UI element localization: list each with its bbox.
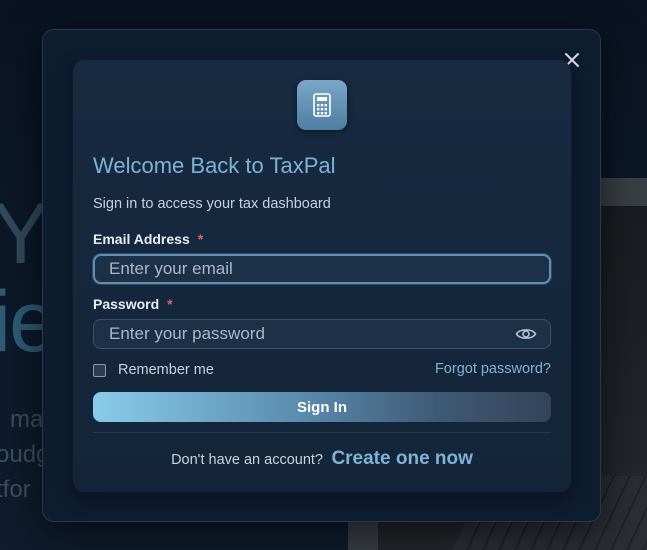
signup-question: Don't have an account? <box>171 452 323 468</box>
login-modal: Welcome Back to TaxPal Sign in to access… <box>42 29 601 522</box>
login-card: Welcome Back to TaxPal Sign in to access… <box>73 60 571 492</box>
app-logo <box>297 80 347 130</box>
eye-icon <box>515 329 537 339</box>
password-label: Password * <box>93 296 173 312</box>
forgot-password-link[interactable]: Forgot password? <box>435 361 551 377</box>
divider <box>93 432 551 433</box>
password-required-mark: * <box>167 296 173 312</box>
password-input[interactable] <box>93 319 551 349</box>
email-required-mark: * <box>197 231 204 247</box>
password-label-text: Password <box>93 296 160 312</box>
remember-me-label: Remember me <box>118 362 214 378</box>
show-password-button[interactable] <box>515 326 537 342</box>
sign-in-button[interactable]: Sign In <box>93 392 551 422</box>
calculator-icon <box>313 93 331 117</box>
remember-me-checkbox[interactable] <box>93 363 106 377</box>
remember-me[interactable]: Remember me <box>93 360 214 380</box>
login-title: Welcome Back to TaxPal <box>93 153 336 178</box>
create-account-link[interactable]: Create one now <box>331 448 472 469</box>
email-input[interactable] <box>93 254 551 284</box>
email-label: Email Address * <box>93 231 203 247</box>
login-subtitle: Sign in to access your tax dashboard <box>93 196 331 212</box>
signup-prompt: Don't have an account? Create one now <box>73 448 571 470</box>
page: Yo ie ma oudg tfor <box>0 0 647 550</box>
email-label-text: Email Address <box>93 231 190 247</box>
